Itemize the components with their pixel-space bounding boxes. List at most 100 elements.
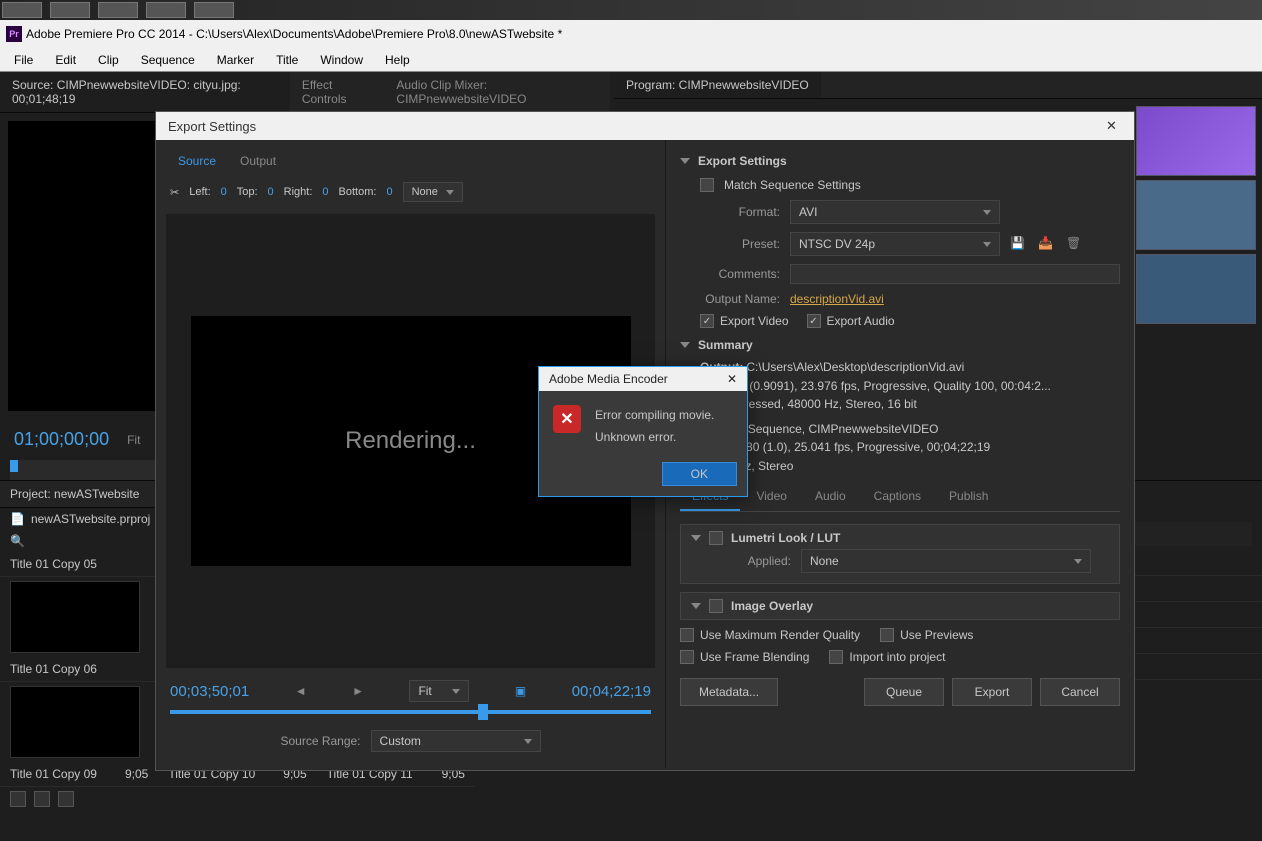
taskbar-app-icon[interactable] bbox=[98, 2, 138, 18]
export-source-tab[interactable]: Source bbox=[166, 148, 228, 174]
match-sequence-checkbox[interactable] bbox=[700, 178, 714, 192]
menu-file[interactable]: File bbox=[4, 50, 43, 70]
crop-left-label: Left: bbox=[189, 186, 210, 198]
output-name-link[interactable]: descriptionVid.avi bbox=[790, 292, 884, 306]
overlay-label: Image Overlay bbox=[731, 599, 813, 613]
crop-right-value[interactable]: 0 bbox=[322, 186, 328, 198]
window-title: Adobe Premiere Pro CC 2014 - C:\Users\Al… bbox=[26, 27, 562, 41]
step-back-icon[interactable]: ◄ bbox=[295, 684, 307, 698]
save-preset-icon[interactable]: 💾 bbox=[1010, 236, 1028, 252]
export-dialog-title: Export Settings bbox=[168, 119, 256, 134]
search-icon[interactable]: 🔍 bbox=[10, 534, 25, 548]
crop-top-label: Top: bbox=[237, 186, 258, 198]
frame-blending-checkbox[interactable] bbox=[680, 650, 694, 664]
close-icon[interactable]: ✕ bbox=[1106, 118, 1122, 134]
overlay-checkbox[interactable] bbox=[709, 599, 723, 613]
captions-tab[interactable]: Captions bbox=[862, 483, 933, 511]
twirl-icon[interactable] bbox=[680, 158, 690, 164]
lumetri-checkbox[interactable] bbox=[709, 531, 723, 545]
source-range-dropdown[interactable]: Custom bbox=[371, 730, 541, 752]
list-view-icon[interactable] bbox=[10, 791, 26, 807]
crop-aspect-dropdown[interactable]: None bbox=[403, 182, 463, 202]
crop-right-label: Right: bbox=[284, 186, 313, 198]
frame-blending-label: Use Frame Blending bbox=[700, 650, 809, 664]
twirl-icon[interactable] bbox=[680, 342, 690, 348]
taskbar-app-icon[interactable] bbox=[146, 2, 186, 18]
cancel-button[interactable]: Cancel bbox=[1040, 678, 1120, 706]
chevron-down-icon bbox=[983, 242, 991, 247]
menu-marker[interactable]: Marker bbox=[207, 50, 264, 70]
clip-name: Title 01 Copy 09 bbox=[10, 767, 97, 781]
icon-view-icon[interactable] bbox=[34, 791, 50, 807]
error-message: Error compiling movie. Unknown error. bbox=[595, 405, 733, 448]
error-icon: ✕ bbox=[553, 405, 581, 433]
source-zoom-fit[interactable]: Fit bbox=[123, 433, 144, 447]
menu-title[interactable]: Title bbox=[266, 50, 308, 70]
chevron-down-icon bbox=[452, 689, 460, 694]
preset-value: NTSC DV 24p bbox=[799, 237, 875, 251]
menu-window[interactable]: Window bbox=[310, 50, 373, 70]
delete-preset-icon[interactable]: 🗑 bbox=[1066, 236, 1084, 252]
queue-button[interactable]: Queue bbox=[864, 678, 944, 706]
max-quality-checkbox[interactable] bbox=[680, 628, 694, 642]
crop-top-value[interactable]: 0 bbox=[268, 186, 274, 198]
taskbar-app-icon[interactable] bbox=[2, 2, 42, 18]
clip-thumbnail[interactable] bbox=[10, 686, 140, 758]
import-preset-icon[interactable]: 📥 bbox=[1038, 236, 1056, 252]
menu-clip[interactable]: Clip bbox=[88, 50, 129, 70]
export-in-timecode[interactable]: 00;03;50;01 bbox=[170, 683, 249, 700]
menu-sequence[interactable]: Sequence bbox=[131, 50, 205, 70]
crop-toolbar: ✂ Left: 0 Top: 0 Right: 0 Bottom: 0 None bbox=[156, 174, 665, 210]
taskbar-app-icon[interactable] bbox=[194, 2, 234, 18]
output-name-label: Output Name: bbox=[680, 292, 780, 306]
export-video-label: Export Video bbox=[720, 314, 789, 328]
clip-thumbnail[interactable] bbox=[10, 581, 140, 653]
step-fwd-icon[interactable]: ► bbox=[352, 684, 364, 698]
preset-dropdown[interactable]: NTSC DV 24p bbox=[790, 232, 1000, 256]
metadata-button[interactable]: Metadata... bbox=[680, 678, 778, 706]
clip-duration: 9;05 bbox=[125, 767, 148, 781]
crop-icon[interactable]: ✂ bbox=[170, 186, 179, 199]
export-out-timecode[interactable]: 00;04;22;19 bbox=[572, 683, 651, 700]
taskbar-app-icon[interactable] bbox=[50, 2, 90, 18]
export-video-checkbox[interactable]: ✓ bbox=[700, 314, 714, 328]
error-ok-button[interactable]: OK bbox=[662, 462, 737, 486]
crop-left-value[interactable]: 0 bbox=[221, 186, 227, 198]
source-timecode[interactable]: 01;00;00;00 bbox=[0, 419, 123, 460]
menu-help[interactable]: Help bbox=[375, 50, 420, 70]
source-tab[interactable]: Source: CIMPnewwebsiteVIDEO: cityu.jpg: … bbox=[0, 72, 290, 112]
project-clip-item[interactable]: Title 01 Copy 09 9;05 bbox=[0, 762, 158, 787]
program-thumb bbox=[1136, 254, 1256, 324]
lumetri-section: Lumetri Look / LUT Applied: None bbox=[680, 524, 1120, 584]
twirl-icon[interactable] bbox=[691, 603, 701, 609]
os-taskbar bbox=[0, 0, 1262, 20]
audio-mixer-tab[interactable]: Audio Clip Mixer: CIMPnewwebsiteVIDEO bbox=[384, 72, 610, 112]
source-playhead[interactable] bbox=[10, 460, 18, 472]
export-zoom-dropdown[interactable]: Fit bbox=[409, 680, 469, 702]
video-tab[interactable]: Video bbox=[744, 483, 798, 511]
export-output-tab[interactable]: Output bbox=[228, 148, 288, 174]
close-icon[interactable]: ✕ bbox=[727, 372, 737, 386]
audio-tab[interactable]: Audio bbox=[803, 483, 858, 511]
export-dialog-titlebar[interactable]: Export Settings ✕ bbox=[156, 112, 1134, 140]
applied-dropdown[interactable]: None bbox=[801, 549, 1091, 573]
aspect-correction-icon[interactable]: ▣ bbox=[515, 684, 526, 698]
error-dialog: Adobe Media Encoder ✕ ✕ Error compiling … bbox=[538, 366, 748, 497]
import-project-checkbox[interactable] bbox=[829, 650, 843, 664]
menu-edit[interactable]: Edit bbox=[45, 50, 86, 70]
freeform-view-icon[interactable] bbox=[58, 791, 74, 807]
export-range-bar[interactable] bbox=[170, 710, 651, 714]
program-tab[interactable]: Program: CIMPnewwebsiteVIDEO bbox=[614, 72, 821, 98]
publish-tab[interactable]: Publish bbox=[937, 483, 1000, 511]
error-titlebar[interactable]: Adobe Media Encoder ✕ bbox=[539, 367, 747, 391]
crop-bottom-value[interactable]: 0 bbox=[386, 186, 392, 198]
use-previews-checkbox[interactable] bbox=[880, 628, 894, 642]
twirl-icon[interactable] bbox=[691, 535, 701, 541]
format-dropdown[interactable]: AVI bbox=[790, 200, 1000, 224]
lumetri-label: Lumetri Look / LUT bbox=[731, 531, 840, 545]
export-playhead[interactable] bbox=[478, 704, 488, 720]
comments-input[interactable] bbox=[790, 264, 1120, 284]
effect-controls-tab[interactable]: Effect Controls bbox=[290, 72, 385, 112]
export-button[interactable]: Export bbox=[952, 678, 1032, 706]
export-audio-checkbox[interactable]: ✓ bbox=[807, 314, 821, 328]
